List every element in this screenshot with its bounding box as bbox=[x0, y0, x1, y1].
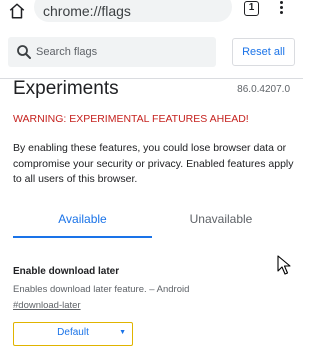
experiment-name: Enable download later bbox=[13, 266, 120, 277]
version-label: 86.0.4207.0 bbox=[237, 84, 290, 95]
warning-text: WARNING: EXPERIMENTAL FEATURES AHEAD! bbox=[13, 113, 249, 125]
search-input[interactable] bbox=[36, 37, 212, 67]
tab-switcher-button[interactable]: 1 bbox=[244, 1, 259, 16]
experiment-description: Enables download later feature. – Androi… bbox=[13, 284, 190, 295]
tab-available[interactable]: Available bbox=[13, 202, 152, 238]
url-text: chrome://flags bbox=[43, 3, 131, 19]
select-value: Default bbox=[57, 327, 89, 338]
address-bar[interactable]: chrome://flags bbox=[34, 0, 232, 22]
page-title: Experiments bbox=[13, 78, 119, 99]
intro-text: By enabling these features, you could lo… bbox=[13, 142, 294, 185]
mouse-pointer-icon bbox=[277, 255, 291, 275]
flags-header: Reset all bbox=[0, 26, 303, 79]
tab-selected-indicator bbox=[13, 236, 152, 238]
browser-toolbar: chrome://flags 1 bbox=[0, 0, 303, 26]
chevron-down-icon: ▼ bbox=[119, 329, 126, 336]
tab-unavailable[interactable]: Unavailable bbox=[152, 202, 290, 238]
experiment-link[interactable]: #download-later bbox=[13, 300, 81, 311]
experiment-select[interactable]: Default ▼ bbox=[13, 322, 133, 346]
reset-all-button[interactable]: Reset all bbox=[232, 38, 295, 66]
home-icon[interactable] bbox=[8, 2, 26, 20]
search-box[interactable] bbox=[8, 37, 216, 67]
more-vert-icon[interactable] bbox=[276, 0, 286, 18]
tab-bar: Available Unavailable bbox=[0, 202, 303, 238]
search-icon bbox=[17, 45, 31, 59]
